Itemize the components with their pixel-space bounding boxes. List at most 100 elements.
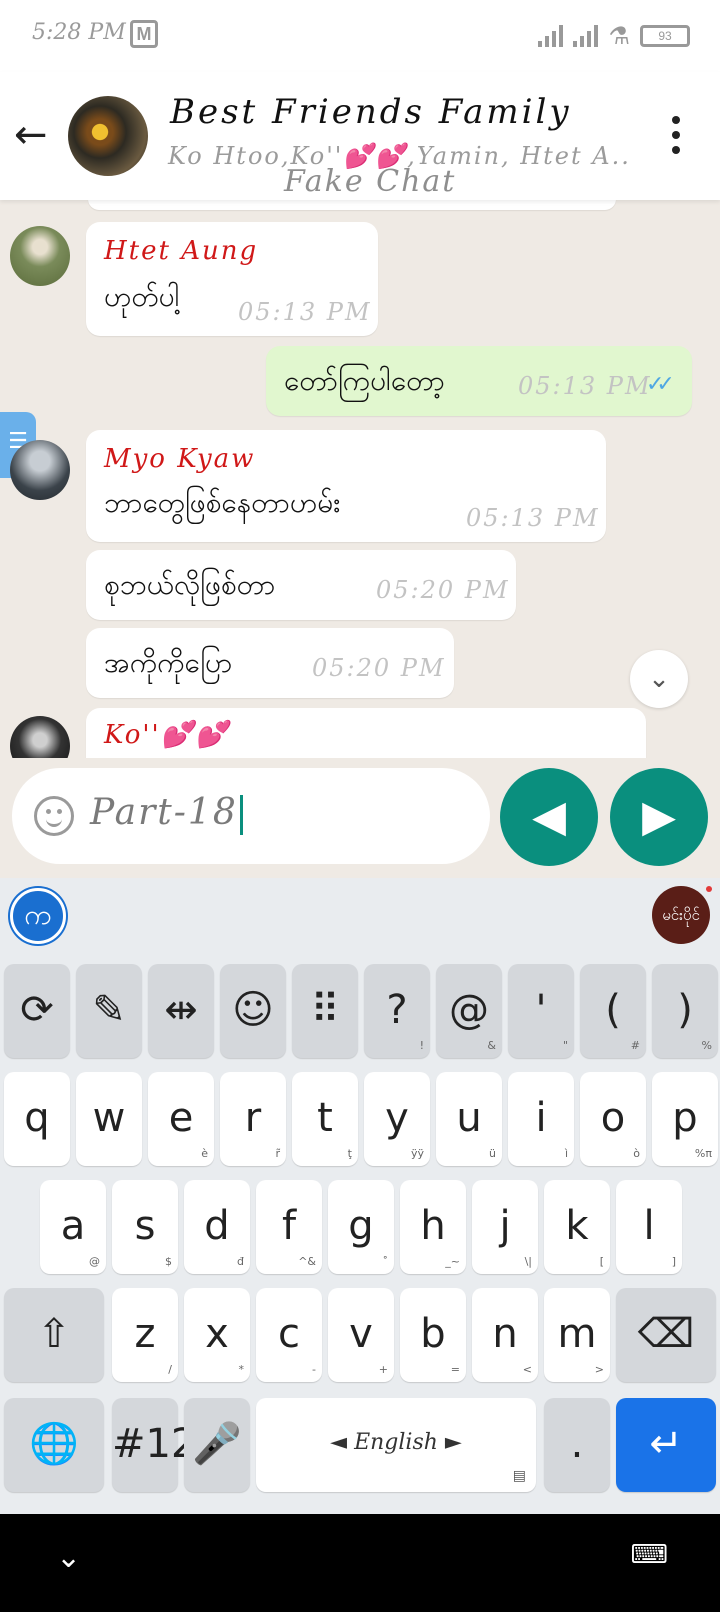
key-sublabel: ţ	[347, 1147, 352, 1160]
avatar-myo-kyaw[interactable]	[10, 440, 70, 500]
send-right-button[interactable]: ▶	[610, 768, 708, 866]
keyboard-badge[interactable]: မင်းပိုင်	[652, 886, 710, 944]
status-time: 5:28 PM	[32, 20, 126, 45]
key-label: h	[420, 1203, 446, 1249]
sender-name: Myo Kyaw	[104, 444, 256, 474]
space-key-label: ◄ English ►	[330, 1430, 462, 1455]
key-row0-4[interactable]: ⠿	[292, 964, 358, 1058]
key-g[interactable]: g ˚	[328, 1180, 394, 1274]
message-bubble-outgoing[interactable]: တော်ကြပါတော့ 05:13 PM ✓✓	[266, 346, 692, 416]
key-row0-8[interactable]: (#	[580, 964, 646, 1058]
space-key[interactable]: ◄ English ► ▤	[256, 1398, 536, 1492]
emoji-icon[interactable]	[34, 796, 74, 836]
enter-key[interactable]: ↵	[616, 1398, 716, 1492]
key-s[interactable]: s $	[112, 1180, 178, 1274]
keyboard-logo-icon[interactable]: က	[10, 888, 66, 944]
key-d[interactable]: dđ	[184, 1180, 250, 1274]
globe-key[interactable]: 🌐	[4, 1398, 104, 1492]
key-r[interactable]: r r̃	[220, 1072, 286, 1166]
key-sublabel: <	[522, 1363, 532, 1376]
key-c[interactable]: c-	[256, 1288, 322, 1382]
key-u[interactable]: uü	[436, 1072, 502, 1166]
message-bubble[interactable]: စုဘယ်လိုဖြစ်တာ 05:20 PM	[86, 550, 516, 620]
key-e[interactable]: eè	[148, 1072, 214, 1166]
message-time: 05:13 PM	[466, 504, 600, 532]
sender-name: Htet Aung	[104, 236, 259, 266]
key-l[interactable]: l]	[616, 1180, 682, 1274]
key-label: g	[348, 1203, 374, 1249]
key-m[interactable]: m >	[544, 1288, 610, 1382]
key-p[interactable]: p %π	[652, 1072, 718, 1166]
key-o[interactable]: oò	[580, 1072, 646, 1166]
message-bubble[interactable]: Myo Kyaw ဘာတွေဖြစ်နေတာဟမ်း 05:13 PM	[86, 430, 606, 542]
key-label: i	[535, 1095, 547, 1141]
message-bubble-partial	[88, 200, 616, 210]
key-n[interactable]: n <	[472, 1288, 538, 1382]
key-j[interactable]: j \|	[472, 1180, 538, 1274]
key-row0-0[interactable]: ⟳	[4, 964, 70, 1058]
key-label: #12	[112, 1421, 197, 1467]
message-text: အကိုကိုပြော	[104, 646, 233, 679]
key-row0-6[interactable]: @ &	[436, 964, 502, 1058]
group-title[interactable]: Best Friends Family	[170, 92, 572, 132]
numbers-key[interactable]: #12	[112, 1398, 197, 1492]
group-avatar[interactable]	[68, 96, 148, 176]
key-b[interactable]: b =	[400, 1288, 466, 1382]
composer-bar: Part-18 ◀ ▶	[0, 758, 720, 878]
avatar-htet-aung[interactable]	[10, 226, 70, 286]
message-bubble[interactable]: အကိုကိုပြော 05:20 PM	[86, 628, 454, 698]
key-a[interactable]: a @	[40, 1180, 106, 1274]
key-row0-1[interactable]: ✎	[76, 964, 142, 1058]
message-time: 05:20 PM	[376, 576, 510, 604]
key-row0-2[interactable]: ⇹	[148, 964, 214, 1058]
carrier-icon: M	[130, 20, 158, 48]
key-label: n	[492, 1311, 518, 1357]
key-sublabel: è	[201, 1147, 208, 1160]
key-label: d	[204, 1203, 230, 1249]
arrow-left-icon[interactable]: ←	[14, 112, 48, 158]
key-sublabel: /	[168, 1363, 172, 1376]
key-z[interactable]: z /	[112, 1288, 178, 1382]
hide-keyboard-icon[interactable]: ⌄	[56, 1540, 81, 1575]
key-sublabel: %	[701, 1039, 712, 1052]
key-row0-7[interactable]: ' "	[508, 964, 574, 1058]
key-label: o	[600, 1095, 626, 1141]
key-w[interactable]: w	[76, 1072, 142, 1166]
backspace-key[interactable]: ⌫	[616, 1288, 716, 1382]
message-time: 05:13 PM	[238, 298, 372, 326]
key-y[interactable]: y ÿÿ	[364, 1072, 430, 1166]
key-label: .	[570, 1421, 584, 1467]
key-row0-9[interactable]: )%	[652, 964, 718, 1058]
key-h[interactable]: h _~	[400, 1180, 466, 1274]
message-input-value[interactable]: Part-18	[90, 792, 238, 833]
key-f[interactable]: f ^&	[256, 1180, 322, 1274]
message-text: ဘာတွေဖြစ်နေတာဟမ်း	[104, 486, 341, 519]
message-input[interactable]: Part-18	[12, 768, 490, 864]
key-label: y	[385, 1095, 409, 1141]
scroll-down-icon[interactable]: ⌄	[630, 650, 688, 708]
key-x[interactable]: x *	[184, 1288, 250, 1382]
period-key[interactable]: .	[544, 1398, 610, 1492]
message-bubble[interactable]: Ko''💕💕	[86, 708, 646, 758]
key-label: (	[605, 987, 621, 1033]
key-sublabel: =	[450, 1363, 460, 1376]
more-vert-icon[interactable]	[672, 116, 682, 161]
shift-key[interactable]: ⇧	[4, 1288, 104, 1382]
key-row0-5[interactable]: ?!	[364, 964, 430, 1058]
message-bubble[interactable]: Htet Aung ဟုတ်ပါ့ 05:13 PM	[86, 222, 378, 336]
chat-header: ← Best Friends Family Ko Htoo,Ko''💕💕,Yam…	[0, 72, 720, 200]
key-label: z	[134, 1311, 156, 1357]
message-text: ဟုတ်ပါ့	[104, 280, 180, 313]
avatar-ko[interactable]	[10, 716, 70, 758]
send-left-button[interactable]: ◀	[500, 768, 598, 866]
key-sublabel: @	[89, 1255, 100, 1268]
key-row0-3[interactable]: ☺	[220, 964, 286, 1058]
key-v[interactable]: v +	[328, 1288, 394, 1382]
keyboard-switch-icon[interactable]: ⌨	[630, 1540, 668, 1570]
key-k[interactable]: k[	[544, 1180, 610, 1274]
key-q[interactable]: q	[4, 1072, 70, 1166]
key-t[interactable]: tţ	[292, 1072, 358, 1166]
mic-key[interactable]: 🎤	[184, 1398, 250, 1492]
key-i[interactable]: iì	[508, 1072, 574, 1166]
chat-area[interactable]: Htet Aung ဟုတ်ပါ့ 05:13 PM တော်ကြပါတော့ …	[0, 200, 720, 758]
